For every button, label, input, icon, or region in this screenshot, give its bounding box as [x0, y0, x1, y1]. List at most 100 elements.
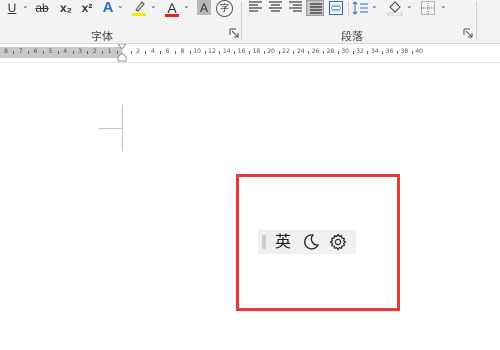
line-spacing-icon[interactable] [352, 1, 368, 15]
ruler-number: 10 [193, 48, 201, 55]
horizontal-ruler[interactable]: 8 7 6 5 4 3 2 1 2 4 6 8 10 12 14 16 18 20 22 24 26 28 30 32 34 36… [0, 44, 500, 63]
strikethrough-label: ab [35, 1, 49, 15]
distributed-icon[interactable] [329, 1, 343, 15]
ruler-number: 6 [165, 48, 170, 55]
ruler-tick [72, 51, 74, 54]
dialog-launcher-icon[interactable] [229, 28, 239, 38]
ruler-number: 28 [326, 48, 335, 55]
ruler-tick [323, 51, 324, 54]
font-color-swatch [165, 14, 179, 17]
ruler-number: 5 [48, 48, 53, 55]
ruler-tick [219, 51, 221, 54]
chevron-down-icon[interactable]: ⌄ [371, 1, 378, 10]
ruler-tick [175, 51, 176, 54]
chevron-down-icon[interactable]: ⌄ [22, 1, 29, 10]
chevron-down-icon[interactable]: ⌄ [406, 1, 413, 10]
document-canvas[interactable]: 英 [0, 63, 500, 350]
ruler-number: 24 [296, 48, 305, 55]
highlight-color-button[interactable] [131, 0, 147, 16]
superscript-button[interactable]: x² [79, 0, 95, 16]
enclose-characters-label: 字 [219, 3, 229, 13]
ruler-tick [204, 51, 206, 54]
ruler-tick [160, 51, 162, 54]
moon-icon[interactable] [302, 233, 320, 251]
ruler-tick [87, 51, 89, 54]
ime-language-toggle[interactable]: 英 [275, 232, 291, 252]
ruler-number: 2 [92, 48, 97, 55]
gear-icon[interactable] [329, 233, 347, 251]
text-effects-button[interactable]: A [101, 0, 115, 16]
ruler-tick [234, 51, 236, 54]
enclose-characters-button[interactable]: 字 [216, 0, 233, 17]
ruler-number: 32 [356, 48, 364, 55]
ruler-tick [130, 51, 132, 54]
separator [348, 2, 349, 16]
justify-button[interactable] [306, 0, 324, 16]
ruler-tick [308, 51, 310, 54]
ruler-number: 2 [136, 48, 140, 55]
text-effects-icon: A [102, 0, 114, 16]
group-separator [241, 2, 242, 40]
ruler-tick [411, 51, 413, 54]
paragraph-group-label: 段落 [341, 30, 363, 43]
ruler-tick [278, 51, 280, 54]
ruler-number: 34 [370, 48, 379, 55]
font-color-button[interactable]: A [165, 0, 179, 17]
underline-button[interactable]: U [6, 0, 18, 16]
drag-handle-icon[interactable] [262, 235, 266, 249]
indent-marker-icon[interactable] [117, 44, 127, 62]
ruler-number: 8 [180, 48, 185, 55]
chevron-down-icon[interactable]: ⌄ [117, 1, 124, 10]
font-group-label: 字体 [91, 30, 113, 43]
dialog-launcher-icon[interactable] [463, 28, 473, 38]
align-right-icon[interactable] [289, 1, 302, 14]
ruler-number: 16 [237, 48, 246, 55]
ruler-tick [352, 51, 354, 54]
ruler-number: 38 [400, 48, 409, 55]
ruler-tick [28, 51, 30, 54]
ruler-tick [337, 51, 339, 54]
ime-toolbar[interactable]: 英 [258, 230, 356, 254]
chevron-down-icon[interactable]: ⌄ [150, 1, 157, 10]
chevron-down-icon[interactable]: ⌄ [440, 1, 447, 10]
ruler-tick [102, 51, 104, 54]
paint-bucket-icon[interactable] [387, 0, 403, 16]
ruler-number: 12 [208, 48, 216, 55]
chevron-down-icon[interactable]: ⌄ [183, 1, 190, 10]
ruler-tick [145, 51, 147, 54]
ruler-number: 7 [18, 48, 23, 55]
ruler-number: 8 [4, 48, 8, 55]
ruler-tick [397, 51, 398, 54]
ruler-number: 22 [282, 48, 290, 55]
ruler-tick [382, 51, 384, 54]
ruler-tick [249, 51, 250, 54]
subscript-button[interactable]: x₂ [58, 0, 74, 16]
ruler-number: 30 [341, 48, 349, 55]
borders-icon[interactable] [421, 1, 435, 15]
ruler-number: 26 [311, 48, 320, 55]
ruler-tick [367, 51, 369, 54]
ruler-number: 4 [150, 48, 155, 55]
ruler-tick [43, 51, 44, 54]
page-corner-mark [122, 105, 123, 151]
ribbon: U ⌄ ab x₂ x² A ⌄ ⌄ A ⌄ A 字 字体 ⌄ ⌄ ⌄ 段落 [0, 0, 500, 44]
character-shading-button[interactable]: A [197, 0, 211, 15]
align-center-icon[interactable] [269, 1, 282, 14]
group-separator [476, 2, 477, 40]
ruler-number: 20 [267, 48, 275, 55]
subscript-label: x₂ [59, 1, 72, 15]
superscript-label: x² [81, 1, 93, 15]
ruler-tick [263, 51, 265, 54]
ruler-number: 36 [385, 48, 394, 55]
highlighter-icon [132, 1, 146, 16]
align-left-icon[interactable] [249, 1, 262, 14]
ruler-tick [13, 51, 15, 54]
ruler-number: 18 [252, 48, 261, 55]
ruler-number: 1 [107, 48, 112, 55]
ruler-number: 14 [222, 48, 231, 55]
underline-label: U [7, 1, 17, 15]
justify-icon [310, 3, 322, 14]
strikethrough-button[interactable]: ab [33, 0, 51, 16]
ruler-tick [57, 51, 59, 54]
page-corner-mark [98, 128, 122, 129]
